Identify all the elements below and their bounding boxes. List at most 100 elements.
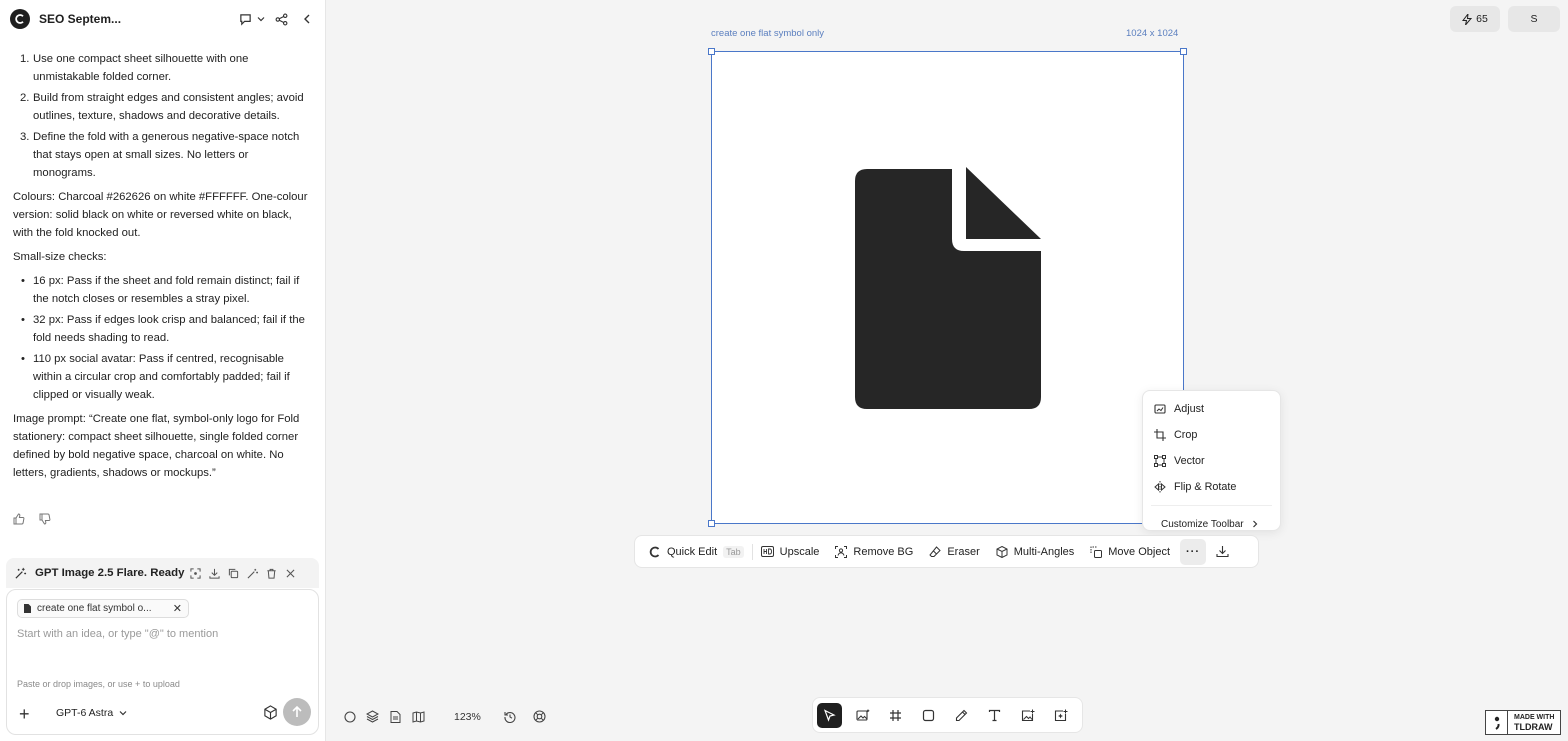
image-toolbar: Quick Edit Tab Upscale Remove BG Eraser … xyxy=(634,535,1259,568)
image-prompt-paragraph: Image prompt: “Create one flat, symbol-o… xyxy=(13,413,300,479)
upscale-button[interactable]: Upscale xyxy=(753,546,828,558)
more-tools-menu: Adjust Crop Vector Flip & Rotate Customi… xyxy=(1142,390,1281,531)
frame-size-label: 1024 x 1024 xyxy=(1126,28,1179,39)
list-item: • 32 px: Pass if edges look crisp and bal… xyxy=(21,314,305,344)
chat-sidebar: SEO Septem... 1. Use one compact sheet si… xyxy=(0,0,326,741)
rectangle-tool[interactable] xyxy=(916,703,941,728)
history-icon[interactable] xyxy=(503,709,518,724)
crop-icon xyxy=(1154,429,1166,441)
map-icon[interactable] xyxy=(411,709,426,724)
menu-item-vector[interactable]: Vector xyxy=(1143,448,1280,474)
feedback-buttons xyxy=(13,513,51,525)
quick-edit-button[interactable]: Quick Edit Tab xyxy=(641,545,752,558)
user-avatar-button[interactable]: S xyxy=(1508,6,1560,32)
resize-handle[interactable] xyxy=(1180,48,1187,55)
hash-icon xyxy=(889,709,902,722)
chat-composer: create one flat symbol o... ✕ Paste or d… xyxy=(6,589,319,735)
image-frame[interactable] xyxy=(708,48,1187,527)
text-tool[interactable] xyxy=(982,703,1007,728)
frame-label[interactable]: create one flat symbol only xyxy=(711,28,824,39)
remove-bg-button[interactable]: Remove BG xyxy=(827,545,921,558)
zoom-level[interactable]: 123% xyxy=(454,709,481,724)
tldraw-logo-icon xyxy=(1486,711,1508,734)
resize-handle[interactable] xyxy=(708,48,715,55)
list-item: • 16 px: Pass if the sheet and fold remai… xyxy=(21,275,300,305)
hd-icon xyxy=(760,546,774,557)
magic-wand-icon[interactable] xyxy=(246,567,259,580)
edit-sparkle-icon xyxy=(1054,709,1068,722)
insert-image-tool[interactable] xyxy=(1015,703,1040,728)
menu-divider xyxy=(1151,505,1272,506)
add-attachment-button[interactable]: + xyxy=(19,704,30,725)
menu-item-adjust[interactable]: Adjust xyxy=(1143,396,1280,422)
customize-toolbar-item[interactable]: Customize Toolbar xyxy=(1143,511,1280,537)
resize-handle[interactable] xyxy=(708,520,715,527)
menu-item-crop[interactable]: Crop xyxy=(1143,422,1280,448)
circle-icon[interactable] xyxy=(342,709,357,724)
thumbs-up-icon[interactable] xyxy=(13,513,25,525)
document-symbol-image xyxy=(855,167,1041,409)
model-selector[interactable]: GPT-6 Astra xyxy=(56,707,127,719)
layers-icon[interactable] xyxy=(365,709,380,724)
list-item: 3. Define the fold with a generous negati… xyxy=(20,131,300,179)
send-button[interactable] xyxy=(283,698,311,726)
pointer-icon xyxy=(823,708,836,722)
drawing-toolbar xyxy=(812,697,1083,733)
remove-bg-icon xyxy=(835,545,848,558)
pencil-tool[interactable] xyxy=(949,703,974,728)
more-options-button[interactable]: ··· xyxy=(1180,538,1207,565)
document-icon[interactable] xyxy=(388,709,403,724)
made-with-tldraw-badge[interactable]: MADE WITH TLDRAW xyxy=(1485,710,1561,735)
prompt-input[interactable] xyxy=(17,628,307,640)
app-logo-icon[interactable] xyxy=(10,9,30,29)
chevron-down-icon[interactable] xyxy=(252,10,270,28)
help-icon[interactable] xyxy=(532,709,547,724)
copy-icon[interactable] xyxy=(227,567,240,580)
pencil-icon xyxy=(955,709,968,722)
upload-hint: Paste or drop images, or use + to upload xyxy=(17,679,180,689)
thumbs-down-icon[interactable] xyxy=(39,513,51,525)
attachment-chip[interactable]: create one flat symbol o... ✕ xyxy=(17,599,189,618)
download-icon xyxy=(1216,545,1229,558)
list-item: 1. Use one compact sheet silhouette with … xyxy=(20,53,249,83)
menu-item-flip-rotate[interactable]: Flip & Rotate xyxy=(1143,474,1280,500)
generation-status-bar: GPT Image 2.5 Flare. Ready ... xyxy=(6,558,319,588)
share-icon[interactable] xyxy=(272,10,290,28)
multi-angles-button[interactable]: Multi-Angles xyxy=(988,545,1083,558)
download-image-button[interactable] xyxy=(1216,545,1229,558)
image-sparkle-icon xyxy=(855,709,870,722)
quick-edit-icon xyxy=(649,546,661,558)
ai-edit-tool[interactable] xyxy=(1048,703,1073,728)
adjust-icon xyxy=(1154,403,1166,415)
list-item: 2. Build from straight edges and consiste… xyxy=(20,92,304,122)
image-generate-tool[interactable] xyxy=(850,703,875,728)
file-icon xyxy=(24,604,31,613)
credits-button[interactable]: 65 xyxy=(1450,6,1500,32)
sparkle-icon xyxy=(14,567,27,580)
generation-label: GPT Image 2.5 Flare. Ready ... xyxy=(35,567,187,579)
lightning-icon xyxy=(1462,13,1473,25)
move-object-button[interactable]: Move Object xyxy=(1082,546,1178,558)
vector-icon xyxy=(1154,455,1166,467)
chevron-down-icon xyxy=(119,709,127,717)
eraser-button[interactable]: Eraser xyxy=(921,546,987,558)
focus-icon[interactable] xyxy=(189,567,202,580)
move-object-icon xyxy=(1090,546,1103,558)
remove-attachment-icon[interactable]: ✕ xyxy=(173,602,182,615)
checks-heading: Small-size checks: xyxy=(13,251,107,263)
rectangle-icon xyxy=(922,709,935,722)
list-item: • 110 px social avatar: Pass if centred, … xyxy=(21,353,290,401)
sidebar-header: SEO Septem... xyxy=(0,0,325,38)
cube-icon[interactable] xyxy=(263,705,278,720)
eraser-icon xyxy=(929,545,942,558)
chat-title[interactable]: SEO Septem... xyxy=(39,12,121,26)
trash-icon[interactable] xyxy=(265,567,278,580)
download-icon[interactable] xyxy=(208,567,221,580)
close-icon[interactable] xyxy=(284,567,297,580)
frame-tool[interactable] xyxy=(883,703,908,728)
collapse-sidebar-icon[interactable] xyxy=(298,10,316,28)
assistant-message: 1. Use one compact sheet silhouette with … xyxy=(13,40,313,488)
flip-icon xyxy=(1154,481,1166,493)
more-icon: ··· xyxy=(1186,545,1201,558)
select-tool[interactable] xyxy=(817,702,842,728)
